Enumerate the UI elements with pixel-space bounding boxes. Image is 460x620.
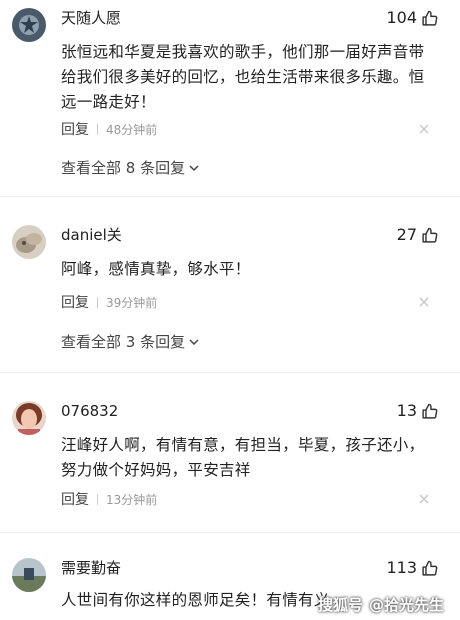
- username[interactable]: 076832: [61, 399, 118, 423]
- close-icon[interactable]: [418, 296, 430, 308]
- reply-button[interactable]: 回复: [61, 292, 89, 312]
- comment-item: daniel关 27 阿峰，感情真挚，够水平！ 回复 39分钟前 查看全部 3 …: [0, 223, 460, 373]
- thumbs-up-icon: [422, 10, 438, 26]
- like-button[interactable]: 104: [386, 6, 438, 30]
- divider: [0, 532, 460, 533]
- chevron-down-icon: [189, 164, 199, 171]
- comment-meta: 回复 48分钟前: [61, 119, 157, 139]
- watermark-source: 搜狐号: [317, 596, 363, 614]
- view-replies-label: 查看全部 8 条回复: [61, 159, 186, 177]
- like-button[interactable]: 13: [397, 399, 438, 423]
- watermark-author: @拾光先生: [368, 596, 444, 614]
- username[interactable]: 天随人愿: [61, 6, 121, 30]
- username[interactable]: daniel关: [61, 223, 122, 247]
- timestamp: 13分钟前: [106, 492, 158, 507]
- view-replies-label: 查看全部 3 条回复: [61, 333, 186, 351]
- avatar[interactable]: [12, 558, 46, 592]
- thumbs-up-icon: [422, 227, 438, 243]
- like-button[interactable]: 113: [386, 556, 438, 580]
- like-count: 27: [396, 225, 417, 244]
- avatar[interactable]: [12, 225, 46, 259]
- comment-item: 天随人愿 104 张恒远和华夏是我喜欢的歌手，他们那一届好声音带给我们很多美好的…: [0, 6, 460, 196]
- comment-item: 076832 13 汪峰好人啊，有情有意，有担当，毕夏，孩子还小，努力做个好妈妈…: [0, 399, 460, 519]
- close-icon[interactable]: [418, 123, 430, 135]
- like-count: 13: [396, 401, 417, 420]
- chevron-down-icon: [189, 338, 199, 345]
- view-all-replies-link[interactable]: 查看全部 3 条回复: [61, 331, 200, 352]
- thumbs-up-icon: [422, 560, 438, 576]
- like-count: 104: [386, 8, 417, 27]
- meta-separator: [97, 493, 98, 505]
- like-button[interactable]: 27: [397, 223, 438, 247]
- comment-text: 汪峰好人啊，有情有意，有担当，毕夏，孩子还小，努力做个好妈妈，平安吉祥: [61, 436, 425, 479]
- reply-button[interactable]: 回复: [61, 119, 89, 139]
- comment-meta: 回复 39分钟前: [61, 292, 157, 312]
- divider: [0, 372, 460, 373]
- meta-separator: [97, 296, 98, 308]
- comment-meta: 回复 13分钟前: [61, 489, 157, 509]
- like-count: 113: [386, 558, 417, 577]
- comment-text: 张恒远和华夏是我喜欢的歌手，他们那一届好声音带给我们很多美好的回忆，也给生活带来…: [61, 43, 425, 111]
- meta-separator: [97, 123, 98, 135]
- view-all-replies-link[interactable]: 查看全部 8 条回复: [61, 157, 200, 178]
- reply-button[interactable]: 回复: [61, 489, 89, 509]
- close-icon[interactable]: [418, 493, 430, 505]
- thumbs-up-icon: [422, 403, 438, 419]
- username[interactable]: 需要勤奋: [61, 556, 121, 580]
- timestamp: 39分钟前: [106, 295, 158, 310]
- divider: [0, 196, 460, 197]
- timestamp: 48分钟前: [106, 122, 158, 137]
- comment-text: 阿峰，感情真挚，够水平！: [61, 260, 251, 278]
- avatar[interactable]: [12, 401, 46, 435]
- watermark: 搜狐号 @拾光先生: [318, 594, 444, 615]
- avatar[interactable]: [12, 8, 46, 42]
